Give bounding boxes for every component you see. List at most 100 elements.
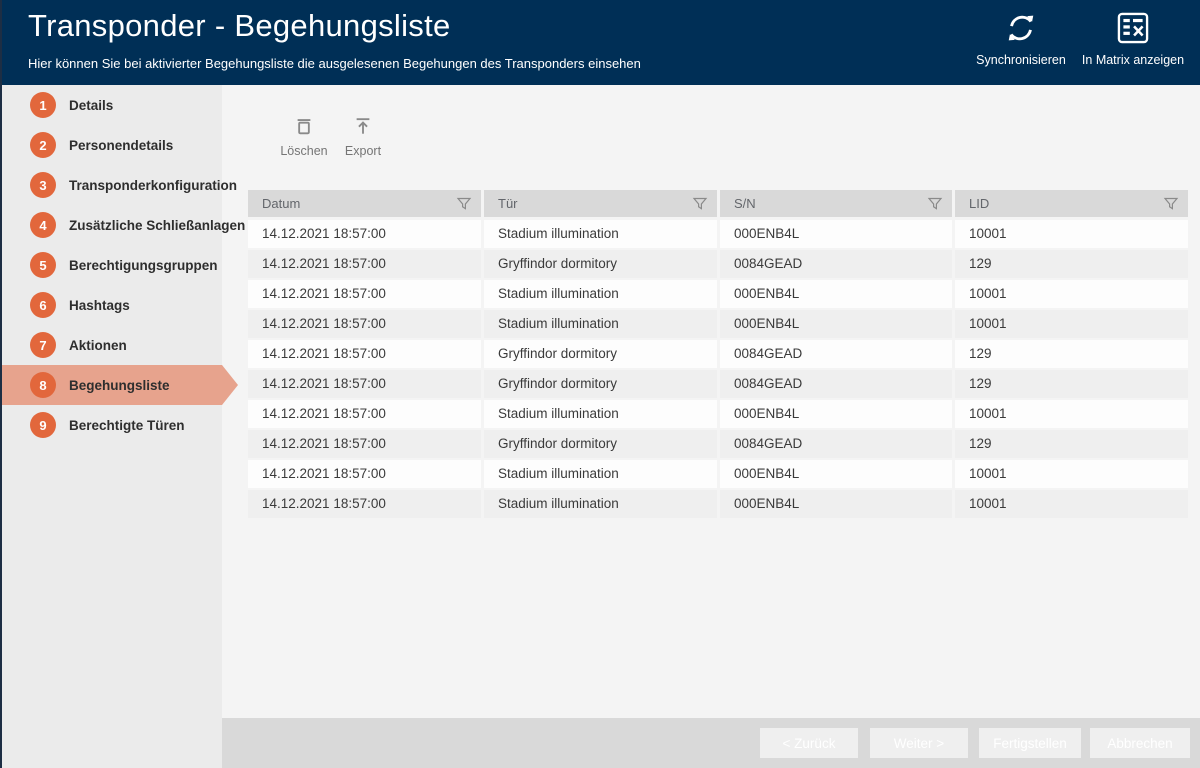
table-cell: 000ENB4L [720,220,952,248]
cancel-button[interactable]: Abbrechen [1090,728,1190,758]
column-header-datum[interactable]: Datum [248,190,481,217]
table-row[interactable]: 14.12.2021 18:57:00Stadium illumination0… [248,280,1188,308]
table-cell: Stadium illumination [484,220,717,248]
column-header-lid[interactable]: LID [955,190,1188,217]
filter-icon[interactable] [692,196,708,212]
table-cell: Stadium illumination [484,280,717,308]
header-bar: Transponder - Begehungsliste Hier können… [0,0,1200,85]
export-button[interactable]: Export [327,115,399,158]
table-cell: 000ENB4L [720,280,952,308]
wizard-step-sidebar: 1 Details 2 Personendetails 3 Transponde… [0,85,222,768]
sidebar-item-aktionen[interactable]: 7 Aktionen [0,325,222,365]
table-cell: 10001 [955,400,1188,428]
table-cell: 0084GEAD [720,250,952,278]
sidebar-item-personendetails[interactable]: 2 Personendetails [0,125,222,165]
table-cell: 14.12.2021 18:57:00 [248,490,481,518]
table-cell: 14.12.2021 18:57:00 [248,340,481,368]
synchronize-button[interactable]: Synchronisieren [956,12,1086,67]
window-edge [0,0,2,768]
table-cell: Gryffindor dormitory [484,430,717,458]
table-cell: Gryffindor dormitory [484,370,717,398]
app-window: Transponder - Begehungsliste Hier können… [0,0,1200,768]
step-number-badge: 6 [30,292,56,318]
table-cell: 000ENB4L [720,400,952,428]
column-header-label: Tür [498,196,518,211]
table-cell: 14.12.2021 18:57:00 [248,280,481,308]
table-cell: 10001 [955,490,1188,518]
step-number-badge: 9 [30,412,56,438]
table-row[interactable]: 14.12.2021 18:57:00Stadium illumination0… [248,220,1188,248]
table-row[interactable]: 14.12.2021 18:57:00Stadium illumination0… [248,490,1188,518]
step-number-badge: 4 [30,212,56,238]
step-number-badge: 8 [30,372,56,398]
table-header-row: Datum Tür S/N LID [248,190,1188,217]
synchronize-label: Synchronisieren [956,53,1086,67]
sidebar-item-begehungsliste[interactable]: 8 Begehungsliste [0,365,222,405]
table-cell: 000ENB4L [720,310,952,338]
sidebar-item-label: Begehungsliste [69,378,170,393]
table-cell: 129 [955,250,1188,278]
sidebar-item-label: Hashtags [69,298,130,313]
column-header-t-r[interactable]: Tür [484,190,717,217]
sidebar-item-label: Personendetails [69,138,173,153]
table-cell: 10001 [955,280,1188,308]
table-row[interactable]: 14.12.2021 18:57:00Gryffindor dormitory0… [248,370,1188,398]
table-row[interactable]: 14.12.2021 18:57:00Gryffindor dormitory0… [248,340,1188,368]
export-icon [352,115,374,137]
sidebar-item-label: Zusätzliche Schließanlagen [69,218,245,233]
table-cell: 0084GEAD [720,340,952,368]
table-cell: 129 [955,340,1188,368]
column-header-label: Datum [262,196,300,211]
table-cell: 129 [955,430,1188,458]
sidebar-item-label: Aktionen [69,338,127,353]
table-cell: 10001 [955,310,1188,338]
table-cell: Gryffindor dormitory [484,250,717,278]
table-cell: 14.12.2021 18:57:00 [248,250,481,278]
table-cell: 14.12.2021 18:57:00 [248,400,481,428]
table-cell: Stadium illumination [484,460,717,488]
table-cell: Stadium illumination [484,400,717,428]
table-row[interactable]: 14.12.2021 18:57:00Gryffindor dormitory0… [248,250,1188,278]
access-list-table: Datum Tür S/N LID 14.1 [248,190,1188,520]
filter-icon[interactable] [1163,196,1179,212]
table-cell: 129 [955,370,1188,398]
step-number-badge: 1 [30,92,56,118]
sidebar-item-label: Details [69,98,113,113]
sync-icon [1005,12,1037,44]
finish-button[interactable]: Fertigstellen [979,728,1081,758]
table-cell: 0084GEAD [720,370,952,398]
column-header-label: S/N [734,196,756,211]
step-number-badge: 5 [30,252,56,278]
next-button[interactable]: Weiter > [870,728,968,758]
table-cell: Stadium illumination [484,310,717,338]
filter-icon[interactable] [456,196,472,212]
show-in-matrix-label: In Matrix anzeigen [1068,53,1198,67]
back-button[interactable]: < Zurück [760,728,858,758]
sidebar-item-zusaetzliche-schliessanlagen[interactable]: 4 Zusätzliche Schließanlagen [0,205,222,245]
table-cell: 14.12.2021 18:57:00 [248,460,481,488]
table-row[interactable]: 14.12.2021 18:57:00Stadium illumination0… [248,400,1188,428]
sidebar-item-hashtags[interactable]: 6 Hashtags [0,285,222,325]
column-header-label: LID [969,196,989,211]
table-cell: Stadium illumination [484,490,717,518]
sidebar-item-label: Transponderkonfiguration [69,178,237,193]
page-subtitle: Hier können Sie bei aktivierter Begehung… [28,56,641,71]
page-title: Transponder - Begehungsliste [28,8,451,44]
table-row[interactable]: 14.12.2021 18:57:00Stadium illumination0… [248,310,1188,338]
sidebar-item-transponderkonfiguration[interactable]: 3 Transponderkonfiguration [0,165,222,205]
table-row[interactable]: 14.12.2021 18:57:00Stadium illumination0… [248,460,1188,488]
table-body: 14.12.2021 18:57:00Stadium illumination0… [248,220,1188,518]
column-header-s-n[interactable]: S/N [720,190,952,217]
table-cell: 14.12.2021 18:57:00 [248,430,481,458]
sidebar-item-berechtigte-tueren[interactable]: 9 Berechtigte Türen [0,405,222,445]
table-cell: 10001 [955,460,1188,488]
table-row[interactable]: 14.12.2021 18:57:00Gryffindor dormitory0… [248,430,1188,458]
sidebar-item-berechtigungsgruppen[interactable]: 5 Berechtigungsgruppen [0,245,222,285]
table-cell: 14.12.2021 18:57:00 [248,310,481,338]
matrix-icon [1117,12,1149,44]
show-in-matrix-button[interactable]: In Matrix anzeigen [1068,12,1198,67]
step-number-badge: 7 [30,332,56,358]
sidebar-item-details[interactable]: 1 Details [0,85,222,125]
step-number-badge: 3 [30,172,56,198]
filter-icon[interactable] [927,196,943,212]
